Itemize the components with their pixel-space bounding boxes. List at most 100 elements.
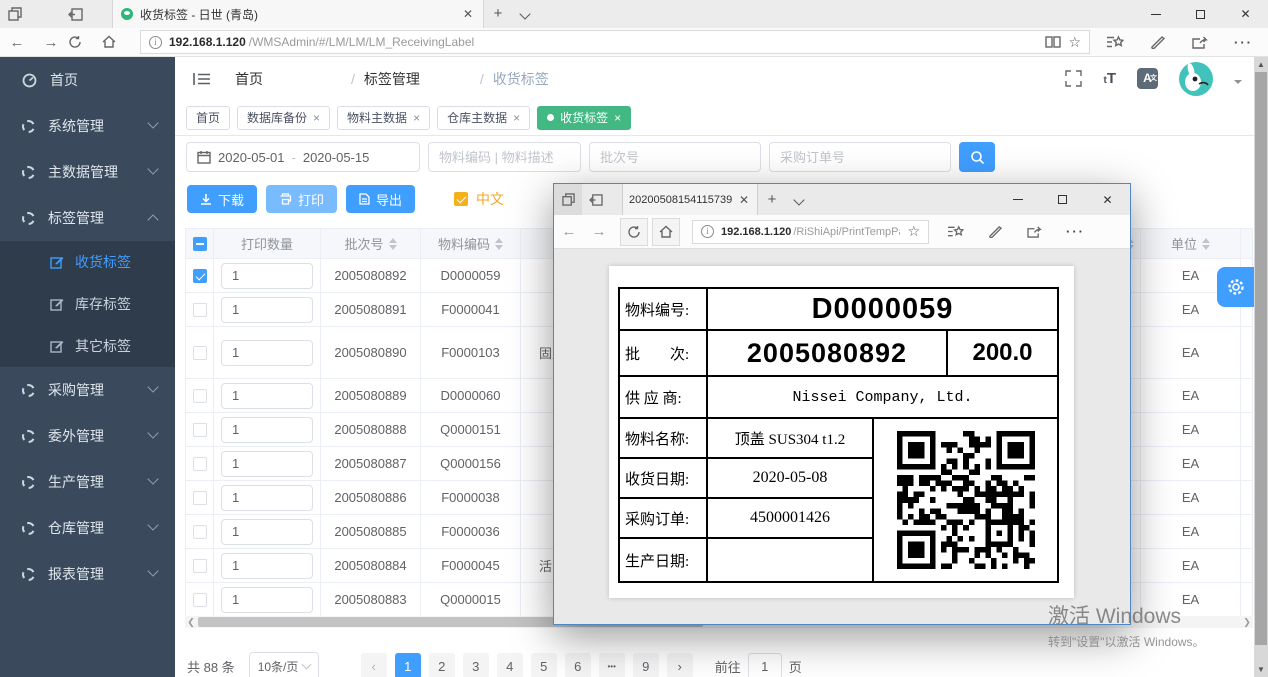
window-minimize-button[interactable] — [1133, 0, 1178, 28]
sidebar-item-委外管理[interactable]: 委外管理 — [0, 413, 175, 459]
page-tab-首页[interactable]: 首页 — [186, 106, 230, 130]
sort-caret-icon[interactable] — [389, 238, 397, 250]
page-button-2[interactable]: 2 — [429, 653, 455, 677]
page-tab-close-icon[interactable]: × — [614, 111, 621, 125]
sidebar-subitem-收货标签[interactable]: 收货标签 — [0, 241, 175, 283]
batch-search-input[interactable] — [600, 150, 750, 165]
popup-new-tab-button[interactable]: + — [758, 184, 786, 215]
scroll-down-icon[interactable]: ▼ — [1254, 662, 1268, 677]
settings-gear-button[interactable] — [1217, 267, 1254, 307]
goto-page-input[interactable] — [748, 653, 782, 677]
popup-set-tabs-aside-icon[interactable] — [582, 184, 610, 215]
fullscreen-icon[interactable] — [1065, 70, 1082, 87]
favorite-star-icon[interactable]: ☆ — [1068, 34, 1081, 51]
page-tab-仓库主数据[interactable]: 仓库主数据× — [437, 106, 530, 130]
address-bar[interactable]: i 192.168.1.120/WMSAdmin/#/LM/LM/LM_Rece… — [140, 30, 1090, 54]
popup-tab-list-chevron-icon[interactable] — [786, 196, 812, 204]
print-qty-input[interactable] — [221, 451, 313, 477]
popup-forward-icon[interactable]: → — [584, 223, 614, 240]
info-icon[interactable]: i — [149, 36, 162, 49]
tab-close-icon[interactable]: ✕ — [461, 7, 475, 21]
browser-tab[interactable]: 收货标签 - 日世 (青岛) ✕ — [112, 0, 484, 28]
page-button-6[interactable]: 6 — [565, 653, 591, 677]
popup-tab-preview-icon[interactable] — [554, 184, 582, 215]
row-checkbox[interactable] — [193, 269, 207, 283]
page-tab-数据库备份[interactable]: 数据库备份× — [237, 106, 330, 130]
page-button-3[interactable]: 3 — [463, 653, 489, 677]
popup-tab[interactable]: 20200508154115739.pd ✕ — [622, 184, 758, 215]
page-tab-收货标签[interactable]: 收货标签× — [537, 106, 631, 130]
avatar[interactable] — [1179, 62, 1213, 96]
popup-minimize-button[interactable] — [995, 184, 1040, 215]
page-tab-close-icon[interactable]: × — [413, 111, 420, 125]
print-qty-input[interactable] — [221, 263, 313, 289]
popup-home-icon[interactable] — [652, 218, 680, 246]
window-close-button[interactable]: ✕ — [1223, 0, 1268, 28]
sidebar-item-报表管理[interactable]: 报表管理 — [0, 551, 175, 597]
sidebar-item-仓库管理[interactable]: 仓库管理 — [0, 505, 175, 551]
scroll-right-icon[interactable]: ❯ — [1241, 616, 1253, 628]
search-button[interactable] — [959, 142, 995, 172]
po-search-input[interactable] — [780, 150, 940, 165]
sidebar-subitem-其它标签[interactable]: 其它标签 — [0, 325, 175, 367]
page-button-9[interactable]: 9 — [633, 653, 659, 677]
sidebar-item-标签管理[interactable]: 标签管理 — [0, 195, 175, 241]
sidebar-item-采购管理[interactable]: 采购管理 — [0, 367, 175, 413]
menu-fold-icon[interactable] — [193, 72, 211, 86]
row-checkbox[interactable] — [193, 525, 207, 539]
scroll-up-icon[interactable]: ▲ — [1254, 57, 1268, 72]
page-button-4[interactable]: 4 — [497, 653, 523, 677]
print-preview-window[interactable]: 20200508154115739.pd ✕ + ✕ ← → i 192.168… — [553, 183, 1131, 625]
breadcrumb-label-mgmt[interactable]: 标签管理 — [364, 69, 471, 89]
tab-list-chevron-icon[interactable] — [512, 0, 538, 28]
page-tab-close-icon[interactable]: × — [513, 111, 520, 125]
row-checkbox[interactable] — [193, 346, 207, 360]
popup-close-button[interactable]: ✕ — [1085, 184, 1130, 215]
popup-maximize-button[interactable] — [1040, 184, 1085, 215]
forward-icon[interactable]: → — [34, 34, 68, 51]
print-qty-input[interactable] — [221, 553, 313, 579]
page-ellipsis[interactable]: ••• — [599, 653, 625, 677]
download-button[interactable]: 下载 — [187, 185, 257, 213]
print-button[interactable]: 打印 — [266, 185, 337, 213]
print-qty-input[interactable] — [221, 383, 313, 409]
print-qty-input[interactable] — [221, 587, 313, 613]
popup-tab-close-icon[interactable]: ✕ — [737, 193, 751, 207]
popup-more-options-icon[interactable]: ··· — [1066, 224, 1085, 239]
popup-refresh-icon[interactable] — [620, 218, 648, 246]
window-maximize-button[interactable] — [1178, 0, 1223, 28]
set-tabs-aside-icon[interactable] — [60, 0, 90, 28]
breadcrumb-home[interactable]: 首页 — [235, 69, 342, 89]
row-checkbox[interactable] — [193, 559, 207, 573]
favorites-bar-icon[interactable] — [1106, 35, 1124, 49]
row-checkbox[interactable] — [193, 423, 207, 437]
translate-icon[interactable]: A文 — [1137, 68, 1158, 89]
row-checkbox[interactable] — [193, 303, 207, 317]
popup-favorite-star-icon[interactable]: ☆ — [907, 223, 920, 240]
popup-annotate-pen-icon[interactable] — [988, 225, 1003, 238]
tab-preview-icon[interactable] — [0, 0, 30, 28]
material-search-input[interactable] — [439, 150, 570, 165]
row-checkbox[interactable] — [193, 389, 207, 403]
popup-share-icon[interactable] — [1027, 225, 1042, 238]
chinese-checkbox[interactable] — [454, 192, 468, 206]
refresh-icon[interactable] — [68, 35, 102, 49]
vertical-scroll-thumb[interactable] — [1255, 72, 1267, 645]
new-tab-button[interactable]: + — [484, 0, 512, 28]
sort-caret-icon[interactable] — [1202, 238, 1210, 250]
page-button-1[interactable]: 1 — [395, 653, 421, 677]
user-menu-caret-icon[interactable] — [1234, 80, 1242, 88]
scroll-left-icon[interactable]: ❮ — [185, 616, 197, 628]
font-size-icon[interactable]: tT — [1103, 70, 1116, 87]
sidebar-item-生产管理[interactable]: 生产管理 — [0, 459, 175, 505]
popup-favorites-bar-icon[interactable] — [947, 225, 964, 238]
print-qty-input[interactable] — [221, 297, 313, 323]
back-icon[interactable]: ← — [0, 34, 34, 51]
prev-page-button[interactable]: ‹ — [361, 653, 387, 677]
popup-info-icon[interactable]: i — [701, 225, 714, 238]
print-qty-input[interactable] — [221, 340, 313, 366]
more-options-icon[interactable]: ··· — [1234, 35, 1253, 50]
row-checkbox[interactable] — [193, 593, 207, 607]
popup-address-bar[interactable]: i 192.168.1.120/RiShiApi/PrintTempPath/2… — [692, 220, 929, 244]
sort-caret-icon[interactable] — [495, 238, 503, 250]
